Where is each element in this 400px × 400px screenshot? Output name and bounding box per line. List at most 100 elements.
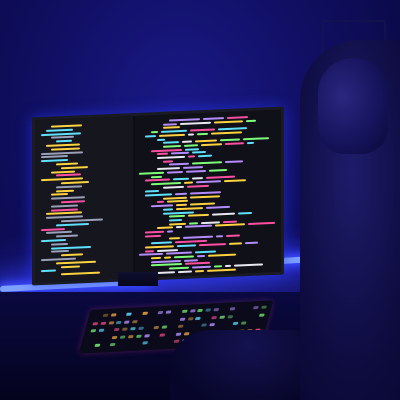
code-token [186,169,207,173]
keyboard-key-glow [187,316,194,321]
file-tree-line [51,170,75,174]
code-token [151,259,181,263]
file-tree-line [51,208,79,212]
file-tree-line [46,143,81,147]
code-token [213,119,244,124]
keyboard-key-glow [122,327,128,331]
keyboard-key-glow [108,320,115,325]
code-token [194,139,217,143]
code-token [151,181,181,186]
keyboard-key-glow [92,321,99,325]
code-token [208,253,237,257]
code-token [180,121,211,125]
code-token [157,167,180,171]
keyboard-key-glow [173,339,180,343]
code-token [197,132,209,136]
file-tree-line [41,150,84,155]
code-token [169,266,190,270]
code-token [187,184,209,188]
keyboard-key-glow [177,324,184,328]
code-token [145,178,170,182]
code-token [214,223,246,227]
keyboard-key-glow [240,321,247,325]
keyboard-key-glow [90,329,97,333]
keyboard-key-glow [183,331,190,335]
code-token [151,148,182,152]
code-token [163,141,179,144]
code-token [183,181,193,184]
file-tree-line [51,245,92,250]
keyboard-key-glow [213,308,220,312]
keyboard-key-glow [116,320,123,324]
code-token [172,177,189,181]
code-token [169,222,186,226]
code-token [163,122,178,126]
keyboard-key-glow [201,323,208,327]
keyboard-key-glow [143,333,150,338]
code-token [176,226,183,229]
code-token [195,269,205,273]
code-token [183,166,204,170]
code-token [183,258,198,262]
code-token [166,170,184,174]
code-token [184,262,210,266]
code-token [190,202,216,206]
keyboard-key-glow [142,311,148,315]
code-token [217,127,248,131]
monitor [32,106,284,286]
code-token [206,205,231,209]
keyboard-key-glow [102,313,109,318]
file-tree-line [51,147,80,151]
code-token [145,249,154,253]
file-tree-line [56,162,79,166]
code-token [206,175,235,180]
keyboard-key-glow [189,309,196,313]
code-token [165,251,192,255]
keyboard-key-glow [157,310,164,315]
keyboard-key-glow [100,321,107,325]
code-token [151,241,173,245]
code-token [207,268,237,272]
code-token [151,131,159,134]
keyboard-key-glow [135,334,142,338]
code-token [201,143,222,147]
file-tree-line [41,257,77,262]
file-tree-line [56,260,97,265]
code-token [213,265,222,268]
code-token [192,151,206,154]
code-token [201,220,220,224]
keyboard-key-glow [112,335,119,339]
code-token [167,230,174,233]
keyboard-key-glow [258,313,265,317]
file-tree-line [56,234,78,238]
code-token [242,137,270,141]
code-token [233,263,264,267]
file-tree-line [51,250,69,254]
keyboard-key-glow [110,342,116,347]
file-tree-line [51,124,82,128]
code-token [163,160,173,163]
code-token [169,163,190,166]
keyboard-key-glow [197,308,204,313]
file-tree-line [56,185,83,189]
code-token [158,133,185,137]
code-token [169,118,200,122]
code-token [246,119,256,122]
keyboard-key-glow [114,327,121,332]
code-token [198,154,213,158]
keyboard-key-glow [110,313,117,317]
code-token [169,214,186,218]
code-token [192,265,211,269]
file-tree-line [51,136,74,140]
code-token [188,221,199,225]
code-token [177,270,193,273]
file-tree-line [41,239,66,243]
file-tree-line [51,204,79,208]
code-token [246,141,254,145]
keyboard-key-glow [260,305,267,309]
keyboard-key-glow [179,317,186,321]
file-tree-panel [35,116,133,283]
code-token [151,204,173,208]
code-token [156,248,178,252]
file-tree-line [41,227,65,231]
